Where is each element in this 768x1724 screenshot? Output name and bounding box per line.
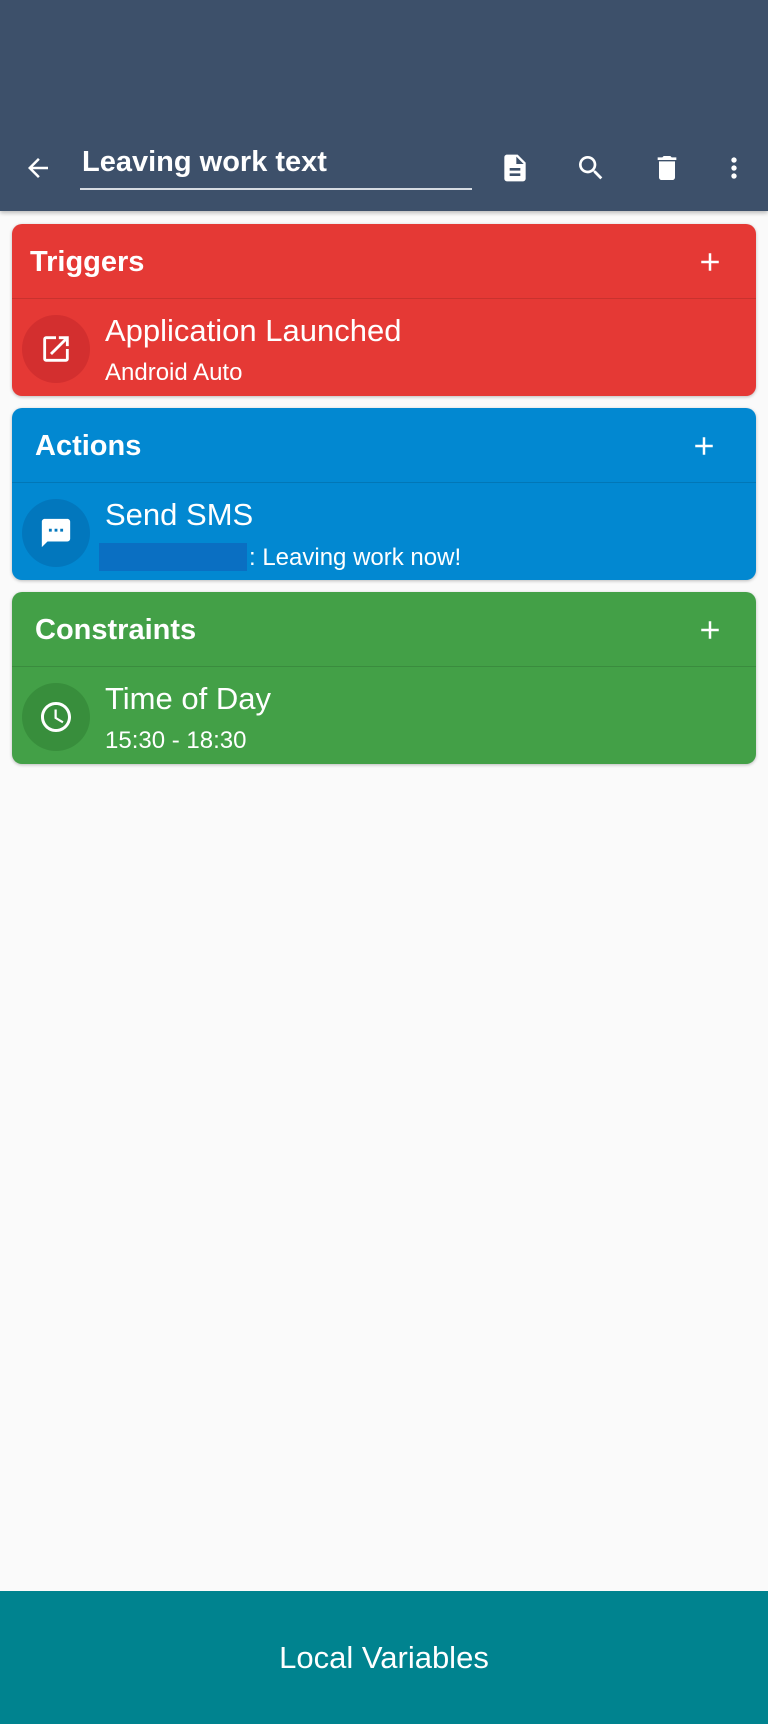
action-item-title: Send SMS	[105, 497, 254, 532]
add-action-button[interactable]	[676, 418, 732, 474]
app-bar	[0, 0, 768, 211]
action-item-subtitle-row: : Leaving work now!	[99, 543, 462, 572]
action-item[interactable]: Send SMS : Leaving work now!	[12, 483, 756, 580]
constraint-item[interactable]: Time of Day 15:30 - 18:30	[12, 667, 756, 764]
local-variables-label: Local Variables	[279, 1639, 489, 1675]
add-constraint-button[interactable]	[682, 602, 738, 658]
local-variables-button[interactable]: Local Variables	[0, 1591, 768, 1724]
add-trigger-button[interactable]	[682, 234, 738, 290]
delete-icon	[657, 156, 677, 180]
triggers-title: Triggers	[30, 246, 145, 278]
clock-icon	[41, 702, 71, 732]
trigger-item-subtitle: Android Auto	[105, 359, 243, 386]
trigger-item[interactable]: Application Launched Android Auto	[12, 299, 756, 396]
constraint-item-title: Time of Day	[105, 681, 271, 716]
redacted-recipient	[99, 543, 247, 571]
more-vert-icon	[731, 157, 737, 179]
constraint-item-icon-circle	[22, 683, 90, 751]
constraints-header: Constraints	[12, 592, 756, 667]
more-options-button[interactable]	[706, 140, 762, 196]
constraints-card: Constraints Time of Day 15:30 - 18:30	[12, 592, 756, 764]
macro-name-input[interactable]	[80, 140, 472, 184]
document-button[interactable]	[487, 140, 543, 196]
actions-title: Actions	[35, 430, 142, 462]
delete-button[interactable]	[639, 140, 695, 196]
message-icon	[41, 518, 71, 548]
actions-card: Actions Send SMS : Leaving work now!	[12, 408, 756, 580]
triggers-header: Triggers	[12, 224, 756, 299]
constraints-title: Constraints	[35, 614, 197, 646]
action-item-subtitle: : Leaving work now!	[249, 544, 462, 571]
open-in-new-icon	[43, 336, 69, 362]
actions-header: Actions	[12, 408, 756, 483]
search-button[interactable]	[563, 140, 619, 196]
plus-icon	[695, 437, 713, 455]
trigger-item-title: Application Launched	[105, 313, 402, 348]
arrow-back-icon	[28, 158, 48, 178]
plus-icon	[701, 621, 719, 639]
action-item-icon-circle	[22, 499, 90, 567]
search-icon	[579, 156, 603, 180]
trigger-item-icon-circle	[22, 315, 90, 383]
macro-name-field[interactable]	[80, 140, 472, 190]
plus-icon	[701, 253, 719, 271]
document-icon	[504, 154, 526, 182]
triggers-card: Triggers Application Launched Android Au…	[12, 224, 756, 396]
back-button[interactable]	[10, 140, 66, 196]
constraint-item-subtitle: 15:30 - 18:30	[105, 727, 247, 754]
